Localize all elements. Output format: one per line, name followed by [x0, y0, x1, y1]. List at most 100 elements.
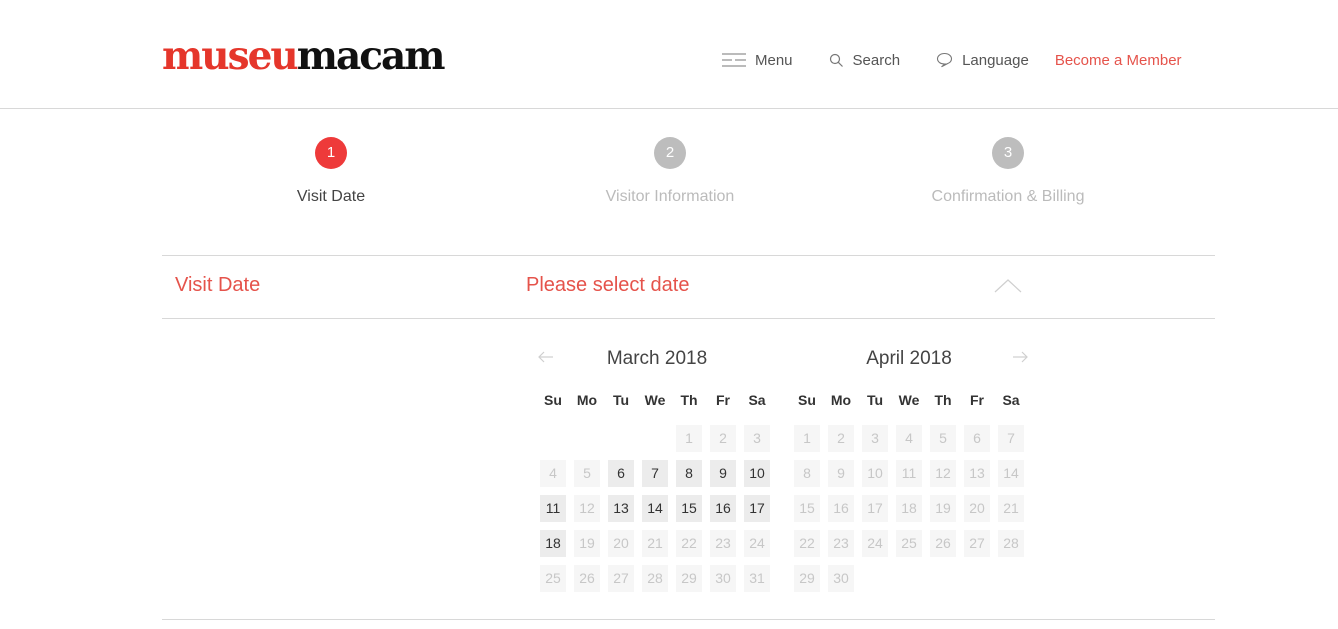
calendar-blank: [642, 425, 668, 452]
weekday-header: Tu: [612, 392, 630, 408]
calendar-day-disabled: 22: [794, 530, 820, 557]
site-header: museumacam Menu Search Language Become a…: [0, 0, 1338, 109]
visit-date-label: Visit Date: [175, 274, 261, 296]
calendar-day-available[interactable]: 18: [540, 530, 566, 557]
calendar-day-disabled: 8: [794, 460, 820, 487]
divider: [162, 255, 1215, 256]
calendar-day-available[interactable]: 8: [676, 460, 702, 487]
calendar-day-available[interactable]: 11: [540, 495, 566, 522]
calendar-day-disabled: 31: [744, 565, 770, 592]
weekday-header: Tu: [866, 392, 884, 408]
menu-button[interactable]: Menu: [722, 52, 793, 69]
calendar-day-available[interactable]: 15: [676, 495, 702, 522]
step-number-badge: 1: [315, 137, 347, 169]
calendar-blank: [540, 425, 566, 452]
step-number-badge: 2: [654, 137, 686, 169]
calendar-day-disabled: 30: [828, 565, 854, 592]
calendar-day-disabled: 27: [608, 565, 634, 592]
calendar-day-available[interactable]: 16: [710, 495, 736, 522]
step-confirmation-billing[interactable]: 3 Confirmation & Billing: [888, 137, 1128, 206]
step-label: Visitor Information: [605, 188, 735, 205]
weekday-header: Th: [934, 392, 952, 408]
weekday-header: We: [644, 392, 666, 408]
calendar-day-disabled: 4: [540, 460, 566, 487]
calendar-day-disabled: 1: [676, 425, 702, 452]
calendar-day-disabled: 7: [998, 425, 1024, 452]
become-member-link[interactable]: Become a Member: [1055, 52, 1182, 69]
weekday-header: Su: [798, 392, 816, 408]
calendar-day-disabled: 29: [676, 565, 702, 592]
calendar-day-disabled: 14: [998, 460, 1024, 487]
calendar-day-disabled: 19: [574, 530, 600, 557]
calendar-day-disabled: 18: [896, 495, 922, 522]
calendar-day-disabled: 25: [896, 530, 922, 557]
calendar-day-available[interactable]: 6: [608, 460, 634, 487]
step-label: Confirmation & Billing: [931, 188, 1085, 205]
weekday-header: Mo: [830, 392, 852, 408]
step-visit-date[interactable]: 1 Visit Date: [211, 137, 451, 206]
calendar-day-available[interactable]: 9: [710, 460, 736, 487]
calendar-day-disabled: 23: [828, 530, 854, 557]
weekday-header: Th: [680, 392, 698, 408]
next-month-button[interactable]: [1010, 347, 1030, 367]
calendar-day-disabled: 20: [608, 530, 634, 557]
calendar-day-disabled: 25: [540, 565, 566, 592]
site-logo[interactable]: museumacam: [162, 33, 446, 79]
calendar-day-disabled: 24: [744, 530, 770, 557]
weekday-header: Sa: [1002, 392, 1020, 408]
main-nav: Menu Search Language Become a Member: [722, 50, 1182, 70]
calendar-day-disabled: 26: [574, 565, 600, 592]
calendar-day-disabled: 26: [930, 530, 956, 557]
calendar-day-disabled: 5: [574, 460, 600, 487]
calendar-day-disabled: 29: [794, 565, 820, 592]
calendar-day-disabled: 12: [930, 460, 956, 487]
weekday-header: We: [898, 392, 920, 408]
weekday-header: Sa: [748, 392, 766, 408]
menu-icon: [722, 53, 746, 67]
weekday-header: Su: [544, 392, 562, 408]
calendar-day-disabled: 3: [744, 425, 770, 452]
language-button[interactable]: Language: [936, 52, 1029, 69]
step-label: Visit Date: [296, 188, 366, 205]
calendar-day-disabled: 12: [574, 495, 600, 522]
logo-red-part: museu: [162, 33, 299, 79]
calendar-day-disabled: 4: [896, 425, 922, 452]
calendar-day-disabled: 22: [676, 530, 702, 557]
calendar-day-disabled: 28: [998, 530, 1024, 557]
calendar-day-disabled: 15: [794, 495, 820, 522]
calendar-day-disabled: 21: [998, 495, 1024, 522]
chevron-up-icon: [994, 279, 1022, 293]
weekday-header: Mo: [576, 392, 598, 408]
calendar-day-available[interactable]: 17: [744, 495, 770, 522]
calendar-march: Su Mo Tu We Th Fr Sa 1 2 3 4 5 6 7 8 9 10 11 12 13 14 15 16 17 1…: [536, 386, 774, 596]
language-label: Language: [962, 51, 1029, 69]
step-number-badge: 3: [992, 137, 1024, 169]
logo-black-part: macam: [296, 33, 446, 79]
visit-date-value[interactable]: Please select date: [526, 274, 689, 297]
collapse-date-button[interactable]: [993, 277, 1023, 295]
search-icon: [829, 53, 844, 68]
calendar-april: Su Mo Tu We Th Fr Sa 1 2 3 4 5 6 7 8 9 10 11 12 13 14 15 16 17 1…: [790, 386, 1028, 596]
calendar-day-disabled: 1: [794, 425, 820, 452]
step-visitor-information[interactable]: 2 Visitor Information: [550, 137, 790, 206]
month-title-april: April 2018: [866, 348, 952, 369]
arrow-right-icon: [1013, 351, 1028, 363]
calendar-day-disabled: 27: [964, 530, 990, 557]
calendar-day-available[interactable]: 14: [642, 495, 668, 522]
calendar-day-disabled: 2: [828, 425, 854, 452]
search-label: Search: [852, 51, 901, 69]
calendar-day-disabled: 6: [964, 425, 990, 452]
calendar-day-available[interactable]: 7: [642, 460, 668, 487]
search-button[interactable]: Search: [829, 51, 901, 69]
calendar-blank: [608, 425, 634, 452]
calendar-day-available[interactable]: 13: [608, 495, 634, 522]
calendar-day-available[interactable]: 10: [744, 460, 770, 487]
calendar-day-disabled: 2: [710, 425, 736, 452]
calendar-day-disabled: 16: [828, 495, 854, 522]
calendar-blank: [574, 425, 600, 452]
calendar-day-disabled: 23: [710, 530, 736, 557]
calendar-day-disabled: 10: [862, 460, 888, 487]
calendar-day-disabled: 17: [862, 495, 888, 522]
divider: [162, 318, 1215, 319]
month-title-march: March 2018: [606, 348, 708, 369]
